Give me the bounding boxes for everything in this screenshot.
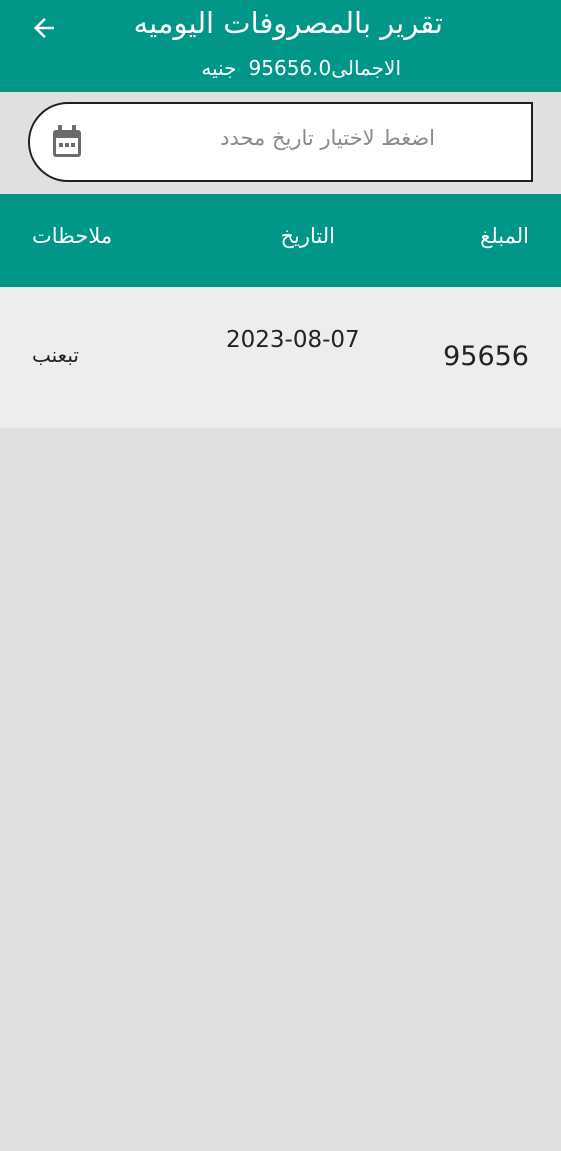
back-button[interactable]	[26, 10, 62, 46]
total-summary: الاجمالى95656.0 جنيه	[201, 54, 401, 82]
row-notes: تبعنب	[32, 343, 79, 367]
app-bar: تقرير بالمصروفات اليوميه الاجمالى95656.0…	[0, 0, 561, 92]
date-picker-placeholder: اضغط لاختيار تاريخ محدد	[220, 126, 435, 150]
column-header-date: التاريخ	[280, 224, 335, 248]
page-title: تقرير بالمصروفات اليوميه	[133, 6, 443, 40]
column-header-amount: المبلغ	[480, 224, 529, 248]
date-filter-area: اضغط لاختيار تاريخ محدد	[0, 92, 561, 194]
row-amount: 95656	[443, 341, 529, 372]
date-picker-field[interactable]: اضغط لاختيار تاريخ محدد	[28, 102, 533, 182]
arrow-left-icon	[34, 18, 54, 38]
table-header: المبلغ التاريخ ملاحظات	[0, 194, 561, 287]
calendar-icon	[53, 125, 81, 157]
currency-label: جنيه	[201, 56, 237, 80]
column-header-notes: ملاحظات	[32, 224, 113, 248]
total-label: الاجمالى95656.0	[248, 56, 401, 80]
table-row[interactable]: 95656 2023-08-07 تبعنب	[0, 287, 561, 428]
row-date: 2023-08-07	[226, 327, 360, 353]
